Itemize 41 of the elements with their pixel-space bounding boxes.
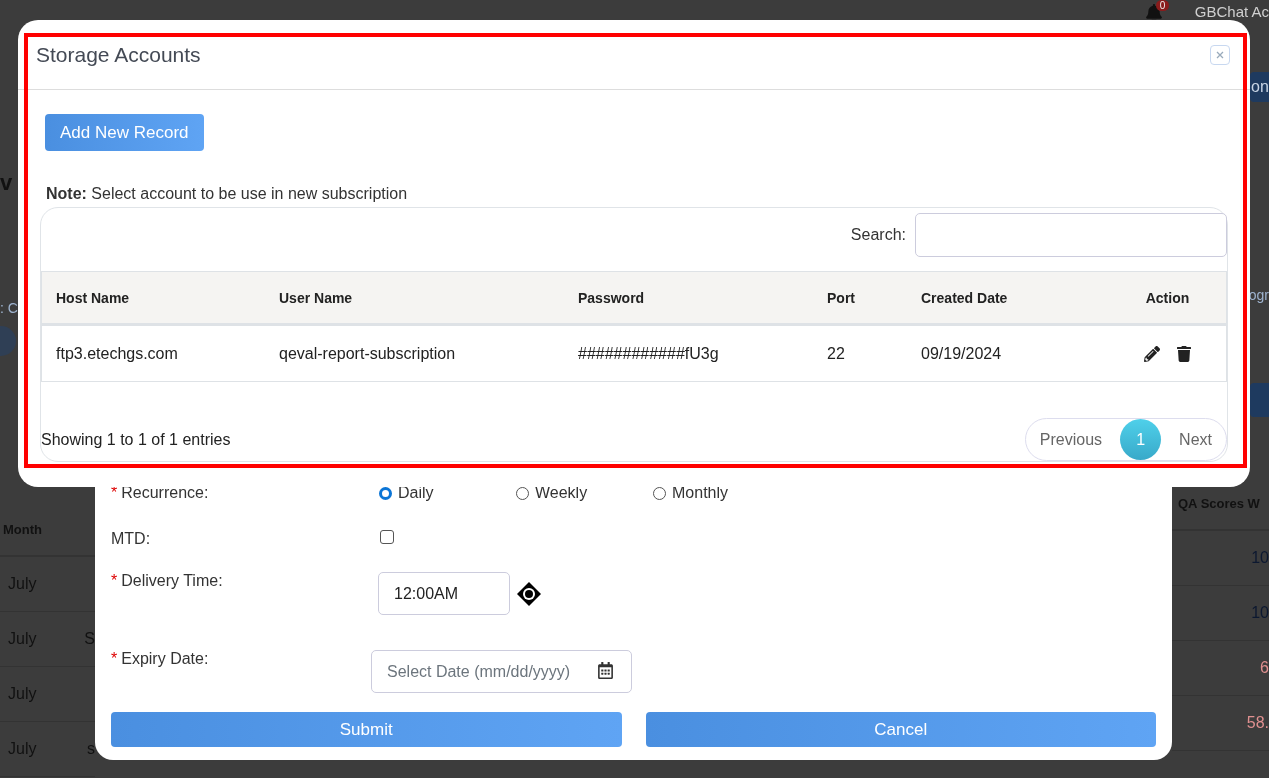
column-header[interactable]: Port bbox=[813, 272, 907, 326]
field-label: Recurrence: bbox=[121, 484, 209, 502]
calendar-icon[interactable] bbox=[597, 662, 614, 679]
field-label: Expiry Date: bbox=[121, 650, 209, 668]
time-field[interactable]: 12:00AM bbox=[378, 572, 510, 615]
field-label: Delivery Time: bbox=[121, 572, 223, 590]
filter-label: ogr bbox=[1248, 287, 1269, 303]
table-cell-text: ftp3.etechgs.com bbox=[55, 343, 179, 364]
search-field[interactable] bbox=[915, 212, 1227, 257]
modal-title: Storage Accounts bbox=[36, 42, 201, 67]
column-header[interactable]: Password bbox=[564, 272, 813, 326]
radio-label: Monthly bbox=[672, 484, 729, 502]
table-cell: 58. bbox=[1246, 714, 1269, 732]
table-cell-text: qeval-report-subscription bbox=[278, 343, 457, 364]
table-cell-text: 09/19/2024 bbox=[920, 343, 1003, 364]
column-header[interactable]: User Name bbox=[265, 272, 564, 326]
radio-label: Weekly bbox=[535, 484, 588, 502]
column-header[interactable]: Created Date bbox=[907, 272, 1109, 326]
close-icon bbox=[1216, 50, 1224, 59]
notification-badge: 0 bbox=[1155, 0, 1170, 11]
table-cell: 6 bbox=[1260, 659, 1269, 677]
field-label: MTD: bbox=[111, 530, 151, 548]
filter-label: : C bbox=[0, 300, 18, 316]
note-text: Note: Select account to be use in new subscription bbox=[46, 185, 409, 203]
previous-button[interactable]: Previous bbox=[1039, 430, 1103, 449]
date-field[interactable]: Select Date (mm/dd/yyyy) bbox=[371, 650, 632, 693]
search-label: Search: bbox=[850, 225, 906, 244]
next-button[interactable]: Next bbox=[1179, 430, 1212, 449]
table-cell-text: ############fU3g bbox=[577, 343, 720, 364]
table-cell-text: 22 bbox=[826, 343, 846, 364]
pencil-icon[interactable] bbox=[1143, 345, 1160, 362]
entries-info: Showing 1 to 1 of 1 entries bbox=[41, 430, 231, 449]
user-name[interactable]: GBChat Ac bbox=[1194, 4, 1269, 19]
checkbox[interactable] bbox=[380, 530, 394, 544]
crosshair-icon[interactable] bbox=[516, 580, 542, 607]
column-header[interactable]: Action bbox=[1109, 272, 1226, 326]
trash-icon[interactable] bbox=[1175, 345, 1192, 362]
header-button[interactable]: on bbox=[1250, 72, 1269, 102]
column-header[interactable]: Host Name bbox=[42, 272, 265, 326]
required-mark: * bbox=[111, 572, 118, 590]
required-mark: * bbox=[111, 650, 118, 668]
